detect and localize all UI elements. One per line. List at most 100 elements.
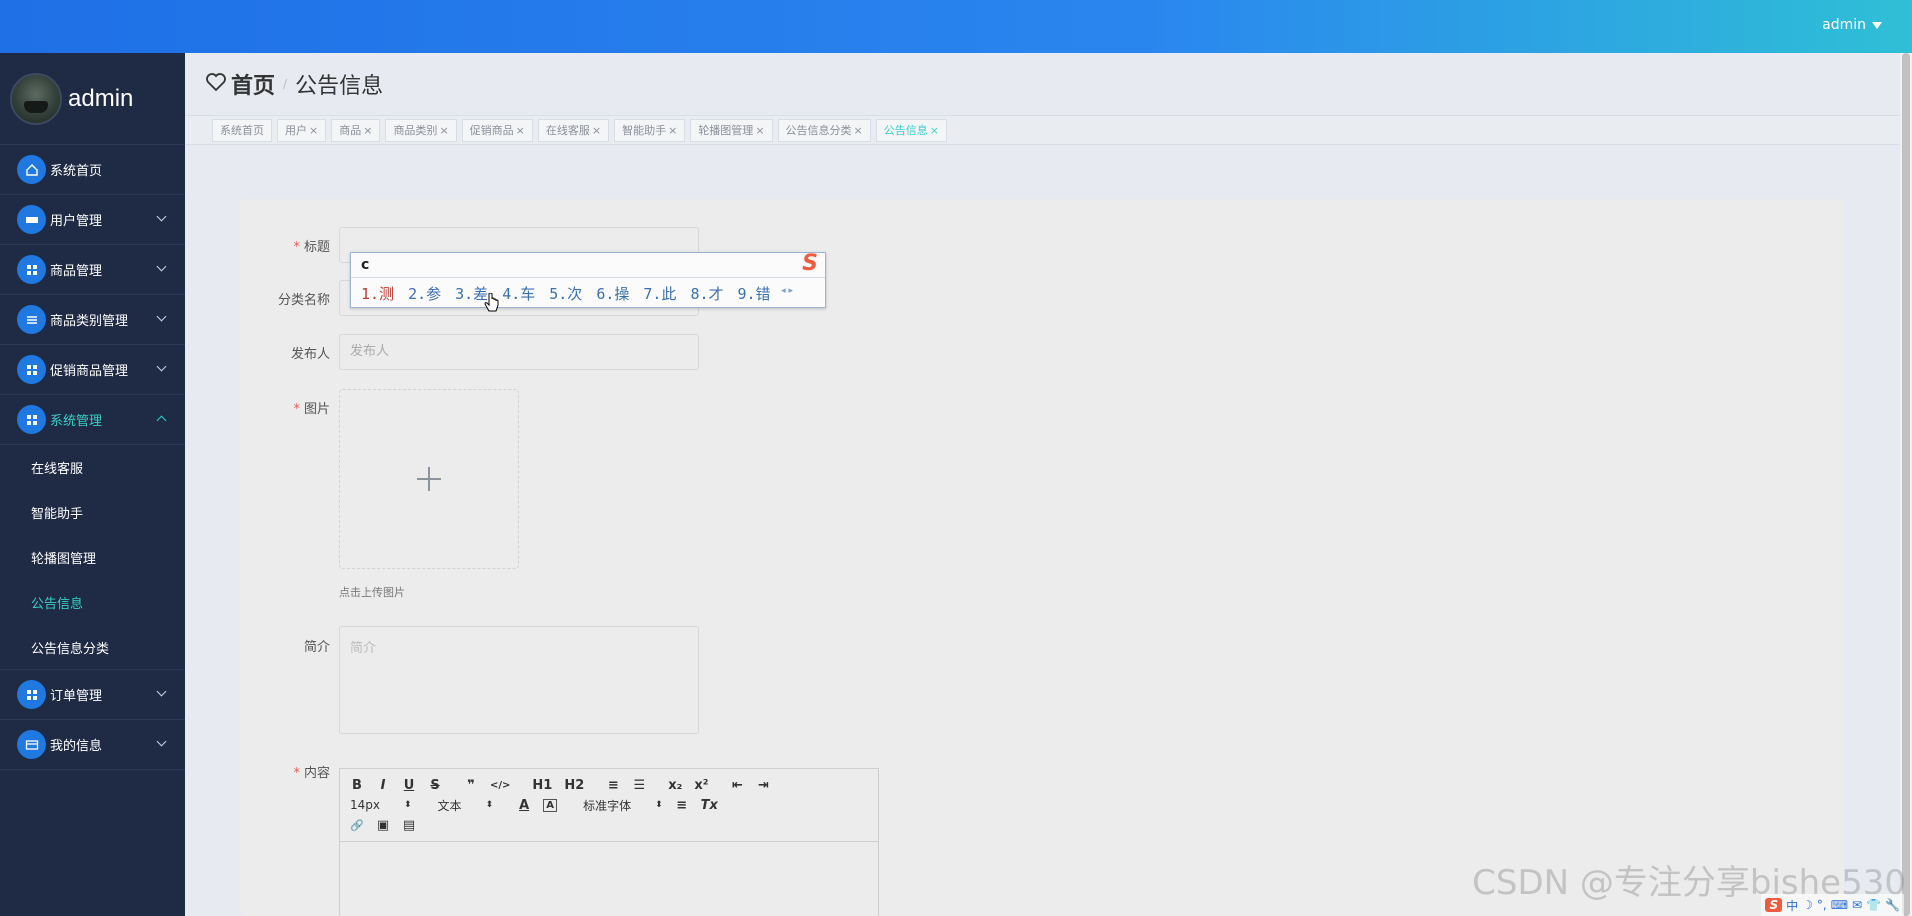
close-icon[interactable]: × [854,124,863,137]
close-icon[interactable]: × [309,124,318,137]
tag-item[interactable]: 商品类别 × [385,118,457,142]
toolbar-row-3: 🔗 ▣ ▤ [350,815,868,835]
ime-pager-arrows[interactable]: ◂ ▸ [781,286,793,296]
ime-candidate[interactable]: 6.操 [596,283,629,304]
blockquote-button[interactable]: ❞ [464,778,478,793]
moon-icon[interactable]: ☽ [1802,898,1813,912]
intro-textarea[interactable]: 简介 [339,626,699,734]
close-icon[interactable]: × [516,124,525,137]
image-button[interactable]: ▣ [376,818,390,833]
tag-item[interactable]: 智能助手 × [614,118,686,142]
keyboard-icon[interactable]: ⌨ [1831,898,1848,912]
user-menu[interactable]: admin [1822,17,1882,33]
font-size-select[interactable]: 14px ⬍ [350,798,412,812]
font-color-button[interactable]: A [517,798,531,813]
rich-text-editor: B I U S ❞ </> H1 H2 ≡ ☰ x₂ x² ⇤ ⇥ 14px ⬍ … [339,768,879,916]
sidebar-subitem-online-service[interactable]: 在线客服 [0,445,185,490]
image-label: * 图片 [240,398,330,417]
video-button[interactable]: ▤ [402,818,416,833]
sidebar-item-product-categories[interactable]: 商品类别管理 [0,295,185,345]
close-icon[interactable]: × [930,124,939,137]
image-uploader[interactable] [339,389,519,569]
sidebar-subitem-announcement-categories[interactable]: 公告信息分类 [0,625,185,670]
indent-button[interactable]: ⇥ [756,778,770,793]
skin-icon[interactable]: 👕 [1866,898,1881,912]
sidebar-item-promotions[interactable]: 促销商品管理 [0,345,185,395]
page-scrollbar[interactable] [1900,53,1912,916]
strike-button[interactable]: S [428,778,442,793]
sidebar-item-system[interactable]: 系统管理 [0,395,185,445]
scrollbar-thumb[interactable] [1902,53,1910,916]
ime-candidate[interactable]: 4.车 [502,283,535,304]
ime-candidate[interactable]: 5.次 [549,283,582,304]
sidebar-item-orders[interactable]: 订单管理 [0,670,185,720]
grid-icon [17,405,46,434]
publisher-input[interactable]: 发布人 [339,334,699,370]
sidebar-item-products[interactable]: 商品管理 [0,245,185,295]
text-style-select[interactable]: 文本 ⬍ [438,797,494,814]
header1-button[interactable]: H1 [532,778,552,793]
sidebar-item-users[interactable]: 用户管理 [0,195,185,245]
punctuation-icon[interactable]: °, [1817,898,1827,912]
header2-button[interactable]: H2 [564,778,584,793]
ime-candidate[interactable]: 1.测 [361,283,394,304]
heart-icon [205,72,227,96]
sidebar-item-home[interactable]: 系统首页 [0,145,185,195]
sogou-tray-icon[interactable]: S [1765,898,1783,912]
bold-button[interactable]: B [350,778,364,793]
tag-label: 轮播图管理 [698,123,754,137]
background-color-button[interactable]: A [543,798,558,812]
tag-item[interactable]: 公告信息分类 × [777,118,871,142]
hand-cursor-icon [484,292,500,319]
ime-typed-text: c [351,253,825,278]
title-label-text: 标题 [303,240,330,255]
top-bar: admin [0,0,1912,53]
close-icon[interactable]: × [592,124,601,137]
tag-label: 智能助手 [622,123,667,137]
sidebar-subitem-announcements[interactable]: 公告信息 [0,580,185,625]
close-icon[interactable]: × [363,124,372,137]
ime-candidate[interactable]: 7.此 [643,283,676,304]
tag-item[interactable]: 轮播图管理 × [690,118,773,142]
tag-item[interactable]: 用户 × [277,118,327,142]
bullet-list-button[interactable]: ☰ [632,778,646,793]
mail-icon[interactable]: ✉ [1852,898,1862,912]
tag-item[interactable]: 商品 × [331,118,381,142]
ime-candidate[interactable]: 9.错 [738,283,771,304]
breadcrumb-home[interactable]: 首页 [231,68,275,100]
grid-icon [17,355,46,384]
toolbar-row-1: B I U S ❞ </> H1 H2 ≡ ☰ x₂ x² ⇤ ⇥ [350,775,868,795]
close-icon[interactable]: × [439,124,448,137]
chinese-mode-icon[interactable]: 中 [1786,897,1798,914]
close-icon[interactable]: × [668,124,677,137]
sidebar-subitem-assistant[interactable]: 智能助手 [0,490,185,535]
sidebar-item-label: 促销商品管理 [50,364,129,379]
superscript-button[interactable]: x² [694,778,708,793]
clean-format-button[interactable]: Tx [701,798,718,813]
tag-item[interactable]: 在线客服 × [537,118,610,142]
italic-button[interactable]: I [376,778,390,793]
font-family-select[interactable]: 标准字体 ⬍ [583,797,663,814]
tag-label: 公告信息分类 [785,123,852,137]
tag-item-active[interactable]: 公告信息 × [875,118,947,142]
ordered-list-button[interactable]: ≡ [606,778,620,793]
sidebar-item-my-info[interactable]: 我的信息 [0,720,185,770]
tag-item[interactable]: 系统首页 [212,118,272,142]
select-arrows-icon: ⬍ [404,800,412,810]
outdent-button[interactable]: ⇤ [730,778,744,793]
code-block-button[interactable]: </> [490,780,510,791]
close-icon[interactable]: × [755,124,764,137]
sidebar-item-label: 系统首页 [50,164,103,179]
breadcrumb-separator: / [283,77,288,91]
tag-item[interactable]: 促销商品 × [461,118,533,142]
sidebar-subitem-carousel[interactable]: 轮播图管理 [0,535,185,580]
link-button[interactable]: 🔗 [350,819,364,832]
ime-candidate[interactable]: 2.参 [408,283,441,304]
wrench-icon[interactable]: 🔧 [1885,898,1900,912]
underline-button[interactable]: U [402,778,416,793]
subscript-button[interactable]: x₂ [668,778,682,793]
ime-candidate[interactable]: 8.才 [690,283,723,304]
align-button[interactable]: ≡ [675,798,689,813]
sidebar-item-label: 商品类别管理 [50,314,129,329]
select-arrows-icon: ⬍ [655,800,663,810]
